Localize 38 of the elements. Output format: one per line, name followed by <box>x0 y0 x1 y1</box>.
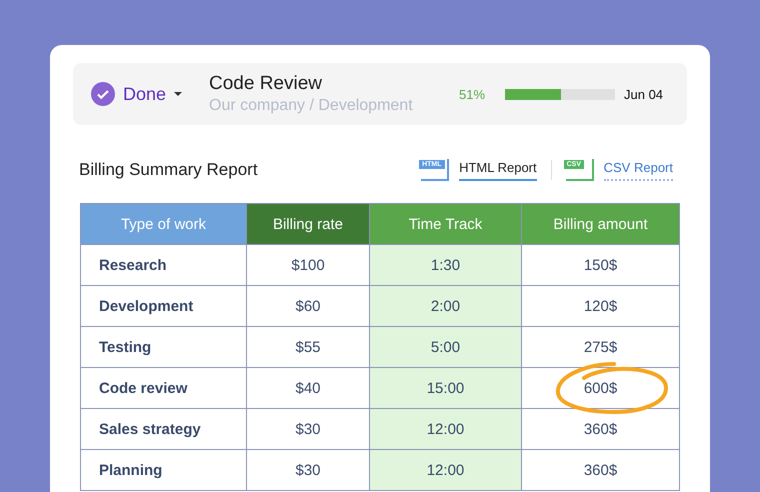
table-cell: 1:30 <box>430 256 460 274</box>
report-tab[interactable]: HTML Report <box>459 160 537 180</box>
column-header: Billing rate <box>246 204 370 244</box>
table-cell: $60 <box>295 298 321 314</box>
table-cell: 600$ <box>584 380 618 396</box>
report-tab[interactable]: CSV Report <box>604 160 673 180</box>
table-cell: 360$ <box>584 462 618 478</box>
report-title: Billing Summary Report <box>79 160 258 180</box>
table-cell: Planning <box>99 462 162 478</box>
table-cell: $40 <box>295 380 321 396</box>
check-icon <box>91 82 115 106</box>
table-cell: 360$ <box>584 420 618 438</box>
table-cell: 12:00 <box>426 420 464 438</box>
table-cell: 275$ <box>584 338 618 356</box>
column-header: Type of work <box>80 204 246 244</box>
status-dropdown[interactable]: Done <box>91 82 209 106</box>
table-cell: 2:00 <box>430 298 460 314</box>
table-cell: Code review <box>99 380 188 396</box>
table-cell: Research <box>99 256 167 274</box>
table-cell: Sales strategy <box>99 420 201 438</box>
table-cell: 12:00 <box>426 462 464 478</box>
breadcrumb: Our company / Development <box>209 97 414 115</box>
task-title: Code Review <box>209 73 323 95</box>
column-header: Time Track <box>370 204 522 244</box>
table-cell: Testing <box>99 338 152 356</box>
progress-reading: 51% <box>459 86 486 102</box>
table-cell: 5:00 <box>430 338 460 356</box>
table-cell: 150$ <box>584 256 618 274</box>
due-date: Jun 04 <box>624 86 664 102</box>
table-cell: $30 <box>295 462 321 478</box>
column-header: Billing amount <box>522 204 680 244</box>
table-cell: 15:00 <box>426 380 464 396</box>
table-cell: 120$ <box>584 298 618 314</box>
table-cell: $30 <box>295 420 321 438</box>
caret-icon <box>174 92 182 96</box>
table-cell: $55 <box>295 338 321 356</box>
table-cell: Development <box>99 298 194 314</box>
table-cell: $100 <box>291 256 325 274</box>
